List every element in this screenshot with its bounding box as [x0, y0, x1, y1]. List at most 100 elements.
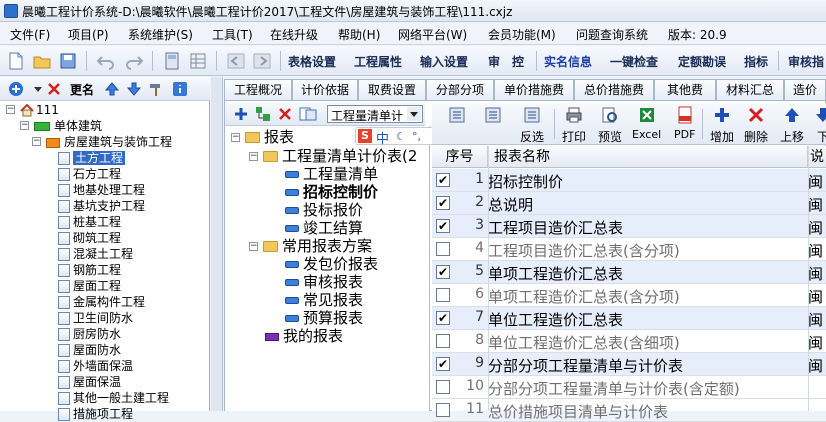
tree-item[interactable]: 屋面保温: [58, 374, 121, 390]
tree-item[interactable]: 屋面工程: [58, 278, 121, 294]
menu-project[interactable]: 项目(P): [68, 26, 109, 43]
move-down-icon[interactable]: [126, 81, 142, 97]
row-checkbox[interactable]: ✔: [436, 173, 450, 187]
open-folder-icon[interactable]: [32, 51, 52, 71]
realname-info-button[interactable]: 实名信息: [544, 53, 592, 70]
tree-item[interactable]: 屋面防水: [58, 342, 121, 358]
nav-forward-icon[interactable]: [252, 51, 272, 71]
print-button[interactable]: 打印: [562, 106, 586, 145]
tree-item[interactable]: 钢筋工程: [58, 262, 121, 278]
tab-total-measures[interactable]: 总价措施费: [574, 79, 654, 101]
row-checkbox[interactable]: [436, 403, 450, 417]
ime-mode-label[interactable]: 中: [376, 128, 389, 147]
add-icon[interactable]: [8, 81, 24, 97]
report-scheme-dropdown[interactable]: 工程量清单计: [327, 105, 423, 123]
select-all-button[interactable]: [448, 106, 466, 128]
table-row[interactable]: ✔ 3 工程项目造价汇总表 闽: [432, 215, 826, 238]
preview-button[interactable]: 预览: [598, 106, 622, 145]
tree-item[interactable]: 厨房防水: [58, 326, 121, 342]
tab-cost[interactable]: 造价: [784, 79, 826, 101]
pdf-button[interactable]: PDF: [674, 106, 695, 141]
tree-item[interactable]: 措施项工程: [58, 406, 133, 422]
add-icon[interactable]: [233, 106, 249, 122]
quota-errata-button[interactable]: 定额勘误: [678, 53, 726, 70]
input-settings-button[interactable]: 输入设置: [420, 53, 468, 70]
tab-itemized[interactable]: 分部分项: [426, 79, 494, 101]
tab-unit-measures[interactable]: 单价措施费: [494, 79, 574, 101]
collapse-toggle[interactable]: −: [32, 137, 41, 146]
hammer-icon[interactable]: [148, 81, 164, 97]
table-row[interactable]: 6 单项工程造价汇总表(含分项) 闽: [432, 284, 826, 307]
info-icon[interactable]: [172, 81, 188, 97]
redo-icon[interactable]: [124, 51, 144, 71]
project-attributes-button[interactable]: 工程属性: [354, 53, 402, 70]
tree-item[interactable]: 砌筑工程: [58, 230, 121, 246]
move-up-icon[interactable]: [104, 81, 120, 97]
invert-selection-button[interactable]: 反选: [520, 106, 544, 145]
tree-item[interactable]: 地基处理工程: [58, 182, 145, 198]
tree-item[interactable]: 石方工程: [58, 166, 121, 182]
row-checkbox[interactable]: ✔: [436, 265, 450, 279]
tree-item[interactable]: 卫生间防水: [58, 310, 133, 326]
excel-button[interactable]: Excel: [632, 106, 661, 141]
delete-icon[interactable]: [46, 81, 62, 97]
menu-system[interactable]: 系统维护(S): [128, 26, 193, 43]
select-all2-button[interactable]: [484, 106, 502, 128]
tree-item[interactable]: 金属构件工程: [58, 294, 145, 310]
table-row[interactable]: 8 单位工程造价汇总表(含细项) 闽: [432, 330, 826, 353]
copy-icon[interactable]: [299, 106, 317, 122]
table-settings-button[interactable]: 表格设置: [288, 53, 336, 70]
add-child-icon[interactable]: [255, 106, 271, 122]
column-header-name[interactable]: 报表名称: [488, 146, 808, 168]
report-tree-mine[interactable]: 我的报表: [265, 327, 343, 345]
delete-report-button[interactable]: 删除: [744, 106, 768, 145]
menu-network[interactable]: 网络平台(W): [398, 26, 467, 43]
index-button[interactable]: 指标: [744, 53, 768, 70]
move-down-button[interactable]: 下: [814, 106, 826, 145]
row-checkbox[interactable]: [436, 334, 450, 348]
report-tree-item[interactable]: 投标报价: [285, 201, 363, 219]
nav-back-icon[interactable]: [226, 51, 246, 71]
row-checkbox[interactable]: [436, 380, 450, 394]
collapse-toggle[interactable]: −: [6, 105, 15, 114]
table-row[interactable]: 4 工程项目造价汇总表(含分项) 闽: [432, 238, 826, 261]
tree-item[interactable]: 混凝土工程: [58, 246, 133, 262]
report-tree-item[interactable]: 预算报表: [285, 309, 363, 327]
menu-member[interactable]: 会员功能(M): [488, 26, 556, 43]
menu-file[interactable]: 文件(F): [10, 26, 50, 43]
report-tree-item[interactable]: 工程量清单: [285, 165, 378, 183]
column-header-no[interactable]: 序号: [432, 146, 488, 168]
audit-index-button[interactable]: 审核指: [788, 53, 824, 70]
tab-materials[interactable]: 材料汇总: [716, 79, 784, 101]
tree-item[interactable]: 其他一般土建工程: [58, 390, 169, 406]
table-row[interactable]: ✔ 2 总说明 闽: [432, 192, 826, 215]
collapse-toggle[interactable]: −: [249, 242, 258, 251]
menu-question[interactable]: 问题查询系统: [576, 26, 648, 43]
row-checkbox[interactable]: [436, 288, 450, 302]
control-button[interactable]: 控: [512, 53, 524, 70]
punctuation-icon[interactable]: °,: [412, 130, 421, 143]
report-tree-item-selected[interactable]: 招标控制价: [285, 183, 378, 201]
menu-online-upgrade[interactable]: 在线升级: [270, 26, 318, 43]
table-row[interactable]: ✔ 9 分部分项工程量清单与计价表 闽: [432, 353, 826, 376]
tab-fee-settings[interactable]: 取费设置: [358, 79, 426, 101]
row-checkbox[interactable]: ✔: [436, 311, 450, 325]
row-checkbox[interactable]: ✔: [436, 196, 450, 210]
tab-overview[interactable]: 工程概况: [224, 79, 292, 101]
collapse-toggle[interactable]: −: [231, 133, 240, 142]
report-tree-item[interactable]: 审核报表: [285, 273, 363, 291]
dropdown-arrow-icon[interactable]: [30, 81, 46, 97]
tree-item[interactable]: 桩基工程: [58, 214, 121, 230]
row-checkbox[interactable]: ✔: [436, 357, 450, 371]
report-tree-item[interactable]: 竣工结算: [285, 219, 363, 237]
menu-tools[interactable]: 工具(T): [212, 26, 253, 43]
tab-pricing-basis[interactable]: 计价依据: [292, 79, 358, 101]
move-up-button[interactable]: 上移: [780, 106, 804, 145]
column-header-desc[interactable]: 说: [808, 146, 826, 168]
panel-splitter[interactable]: [211, 77, 223, 411]
collapse-toggle[interactable]: −: [20, 121, 29, 130]
tree-item[interactable]: 土方工程: [58, 150, 126, 166]
moon-icon[interactable]: ☾: [396, 130, 406, 143]
collapse-toggle[interactable]: −: [249, 152, 258, 161]
table-row[interactable]: 10 分部分项工程量清单与计价表(含定额): [432, 376, 826, 399]
